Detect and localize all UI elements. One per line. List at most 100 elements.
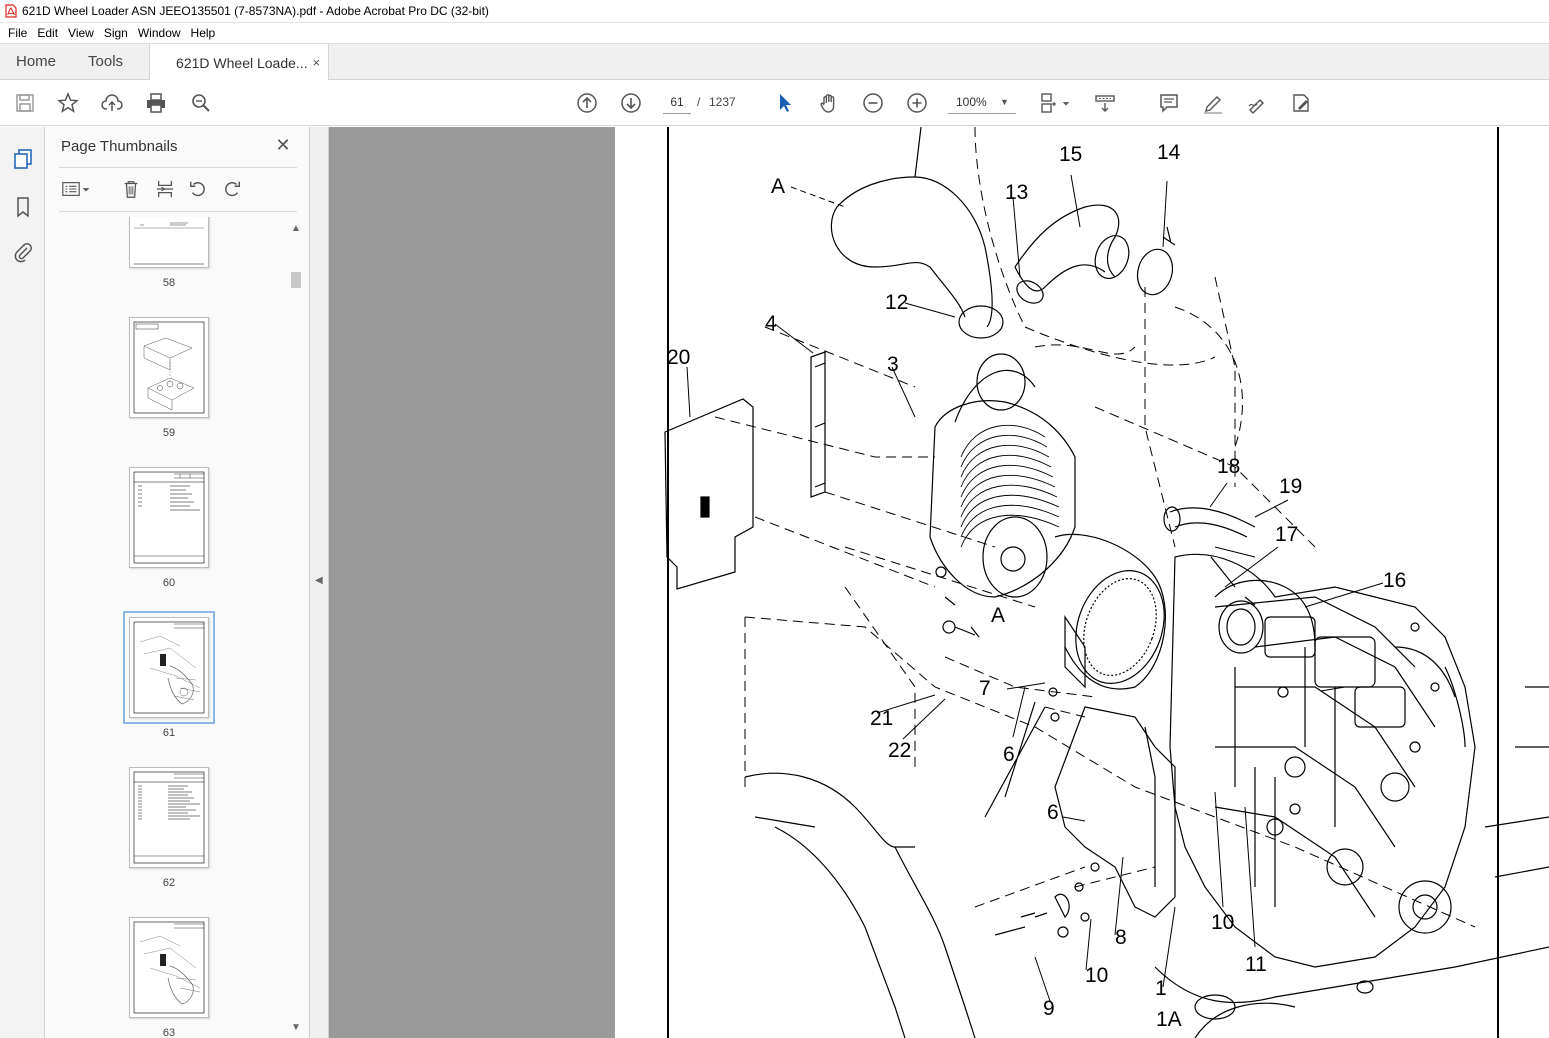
callout-label: 21 <box>870 707 893 730</box>
rotate-clockwise-icon[interactable] <box>220 177 244 201</box>
callout-label: 17 <box>1275 523 1298 546</box>
callout-label: 6 <box>1047 801 1059 824</box>
callout-label: 1 <box>1155 977 1167 1000</box>
parts-diagram: A 15 14 13 12 4 20 3 18 19 17 16 A 7 21 … <box>664 127 1549 1038</box>
upload-cloud-icon[interactable] <box>100 91 124 115</box>
document-view[interactable]: A 15 14 13 12 4 20 3 18 19 17 16 A 7 21 … <box>329 127 1549 1038</box>
callout-label: 10 <box>1211 911 1234 934</box>
title-bar: 621D Wheel Loader ASN JEEO135501 (7-8573… <box>0 0 1549 23</box>
thumbnail-page-number: 62 <box>162 877 176 889</box>
highlight-pen-icon[interactable] <box>1201 91 1225 115</box>
callout-label: 6 <box>1003 743 1015 766</box>
callout-label: 20 <box>667 346 690 369</box>
thumbnail-page-number: 63 <box>162 1027 176 1038</box>
edit-pdf-icon[interactable] <box>1289 91 1313 115</box>
select-cursor-icon[interactable] <box>773 91 797 115</box>
page-separator: / <box>697 95 701 109</box>
thumbnail-page-number: 58 <box>162 277 176 289</box>
tab-close-icon[interactable]: × <box>312 55 320 70</box>
menu-file[interactable]: File <box>3 26 32 40</box>
thumbnail-options-caret-icon[interactable] <box>79 177 93 201</box>
insert-page-icon[interactable] <box>153 177 177 201</box>
panel-title: Page Thumbnails <box>61 138 178 155</box>
callout-label: 15 <box>1059 143 1082 166</box>
page-display-icon[interactable] <box>1038 91 1062 115</box>
print-icon[interactable] <box>144 91 168 115</box>
thumbnail-page[interactable] <box>129 767 209 868</box>
thumbnail-scrollbar[interactable]: ▲ ▼ <box>288 215 304 1038</box>
thumbnail-page[interactable] <box>129 317 209 418</box>
page-display-caret-icon[interactable] <box>1060 91 1072 115</box>
menu-sign[interactable]: Sign <box>99 26 133 40</box>
thumbnail-page[interactable] <box>129 217 209 268</box>
callout-label: 10 <box>1085 964 1108 987</box>
panel-collapse-strip[interactable]: ◀ <box>310 127 329 1038</box>
page-background-gutter <box>329 127 615 1038</box>
tab-document[interactable]: 621D Wheel Loade... × <box>149 44 330 81</box>
menu-bar: File Edit View Sign Window Help <box>0 23 1549 43</box>
tab-home[interactable]: Home <box>0 44 72 79</box>
callout-label: 18 <box>1217 455 1240 478</box>
callout-label: 19 <box>1279 475 1302 498</box>
tab-document-label: 621D Wheel Loade... <box>176 54 308 71</box>
comment-icon[interactable] <box>1157 91 1181 115</box>
fill-sign-icon[interactable] <box>1245 91 1269 115</box>
page-thumbnails-panel: Page Thumbnails ✕ 58 59 60 61 62 63 <box>45 127 310 1038</box>
callout-label: 14 <box>1157 141 1181 164</box>
thumbnail-toolbar <box>59 177 297 203</box>
page-total: 1237 <box>709 95 736 109</box>
callout-label: 16 <box>1383 569 1406 592</box>
find-zoom-icon[interactable] <box>189 91 213 115</box>
tab-tools[interactable]: Tools <box>72 44 139 79</box>
scroll-mode-icon[interactable] <box>1093 91 1117 115</box>
panel-divider <box>59 167 297 168</box>
left-navigation-rail <box>0 127 45 1038</box>
page-number-input[interactable]: 61 <box>663 90 691 114</box>
thumbnail-page[interactable] <box>129 467 209 568</box>
callout-label: A <box>771 175 785 198</box>
callout-label: 12 <box>885 291 908 314</box>
thumbnail-page-selected[interactable] <box>123 611 215 724</box>
previous-page-icon[interactable] <box>575 91 599 115</box>
thumbnail-page-number: 60 <box>162 577 176 589</box>
hand-tool-icon[interactable] <box>817 91 841 115</box>
acrobat-app-icon <box>5 4 17 18</box>
collapse-panel-icon[interactable]: ◀ <box>315 575 323 586</box>
menu-edit[interactable]: Edit <box>32 26 63 40</box>
menu-window[interactable]: Window <box>133 26 186 40</box>
rotate-counterclockwise-icon[interactable] <box>186 177 210 201</box>
zoom-out-icon[interactable] <box>861 91 885 115</box>
callout-label: 9 <box>1043 997 1055 1020</box>
menu-help[interactable]: Help <box>186 26 221 40</box>
menu-view[interactable]: View <box>63 26 99 40</box>
callout-label: 13 <box>1005 181 1028 204</box>
scroll-thumb[interactable] <box>291 272 301 288</box>
star-icon[interactable] <box>56 91 80 115</box>
callout-label: 8 <box>1115 926 1127 949</box>
callout-label: 3 <box>887 353 899 376</box>
main-toolbar <box>0 80 1549 126</box>
callout-label: 1A <box>1156 1008 1182 1031</box>
next-page-icon[interactable] <box>619 91 643 115</box>
tab-strip: Home Tools 621D Wheel Loade... × <box>0 43 1549 81</box>
page-thumbnails-icon[interactable] <box>11 147 35 171</box>
save-icon[interactable] <box>13 91 37 115</box>
thumbnail-list[interactable]: 58 59 60 61 62 63 <box>57 217 285 1038</box>
scroll-down-icon[interactable]: ▼ <box>288 1019 304 1035</box>
callout-label: 7 <box>979 677 991 700</box>
callout-label: 22 <box>888 739 911 762</box>
callout-label: A <box>991 604 1005 627</box>
attachment-icon[interactable] <box>11 240 35 264</box>
zoom-dropdown-caret-icon[interactable]: ▼ <box>1000 97 1009 107</box>
bookmark-icon[interactable] <box>11 195 35 219</box>
callout-label: 4 <box>765 312 777 335</box>
panel-close-icon[interactable]: ✕ <box>273 135 293 155</box>
pdf-page: A 15 14 13 12 4 20 3 18 19 17 16 A 7 21 … <box>615 127 1549 1038</box>
zoom-in-icon[interactable] <box>905 91 929 115</box>
scroll-up-icon[interactable]: ▲ <box>288 220 304 236</box>
callout-label: 11 <box>1245 953 1267 976</box>
delete-page-icon[interactable] <box>119 177 143 201</box>
thumbnail-page-number: 61 <box>162 727 176 739</box>
thumbnail-page[interactable] <box>129 917 209 1018</box>
window-title: 621D Wheel Loader ASN JEEO135501 (7-8573… <box>22 4 489 18</box>
